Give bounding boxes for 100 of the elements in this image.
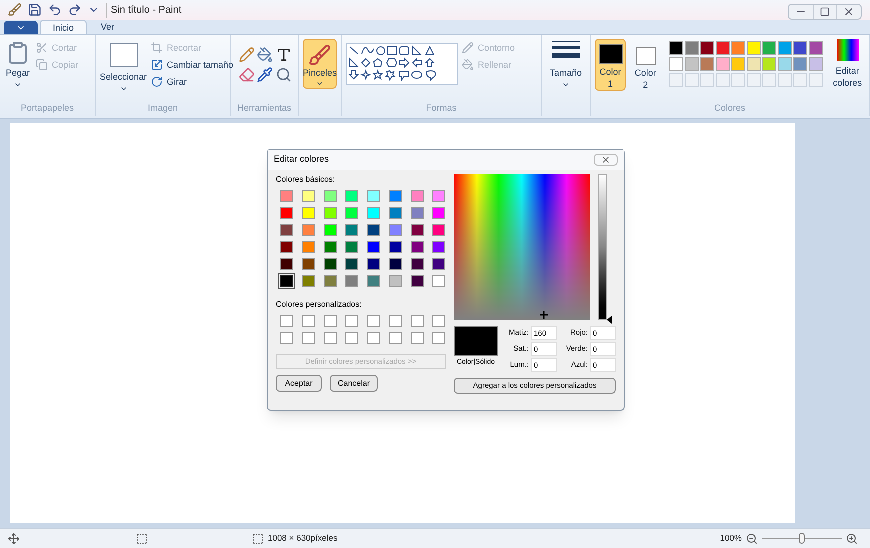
zoom-slider[interactable] [762, 532, 842, 544]
palette-color[interactable] [778, 57, 792, 71]
basic-color-swatch[interactable] [367, 258, 380, 270]
basic-color-swatch[interactable] [367, 241, 380, 253]
basic-color-swatch[interactable] [432, 258, 446, 270]
custom-color-swatch[interactable] [280, 332, 293, 344]
palette-color[interactable] [716, 41, 730, 55]
custom-color-swatch[interactable] [345, 315, 358, 327]
custom-color-swatch[interactable] [324, 315, 336, 327]
basic-color-swatch[interactable] [388, 275, 402, 287]
palette-color[interactable] [778, 41, 792, 55]
palette-color[interactable] [669, 57, 684, 71]
basic-color-swatch[interactable] [367, 190, 380, 202]
color-slot-button[interactable]: Color 2 [630, 39, 662, 91]
basic-color-swatch[interactable] [345, 207, 358, 219]
palette-color[interactable] [684, 57, 699, 71]
zoom-in-icon[interactable] [846, 532, 858, 544]
basic-color-swatch[interactable] [345, 275, 358, 287]
basic-color-swatch[interactable] [410, 241, 424, 253]
basic-color-swatch[interactable] [388, 207, 402, 219]
slider-pointer-icon[interactable] [607, 316, 612, 324]
zoom-out-icon[interactable] [746, 532, 758, 544]
accept-button[interactable]: Aceptar [276, 375, 322, 392]
ribbon-button[interactable]: Girar [151, 73, 234, 90]
basic-color-swatch[interactable] [388, 258, 402, 270]
brushes-button[interactable]: Pinceles [303, 39, 337, 89]
ribbon-button[interactable]: Cambiar tamaño [151, 56, 234, 73]
custom-color-swatch[interactable] [388, 315, 402, 327]
basic-color-swatch[interactable] [432, 190, 446, 202]
size-button[interactable]: Tamaño [550, 39, 582, 88]
basic-color-swatch[interactable] [280, 275, 293, 287]
palette-color[interactable] [731, 57, 746, 71]
basic-color-swatch[interactable] [280, 224, 293, 236]
basic-color-swatch[interactable] [410, 190, 424, 202]
save-icon[interactable] [28, 3, 42, 17]
custom-color-swatch[interactable] [367, 315, 380, 327]
basic-color-swatch[interactable] [324, 224, 336, 236]
custom-color-swatch[interactable] [410, 332, 424, 344]
basic-color-swatch[interactable] [345, 190, 358, 202]
palette-color[interactable] [669, 41, 684, 55]
zoom-slider-thumb[interactable] [799, 533, 805, 544]
palette-color[interactable] [762, 41, 776, 55]
palette-color[interactable] [793, 41, 808, 55]
basic-color-swatch[interactable] [388, 241, 402, 253]
basic-color-swatch[interactable] [367, 275, 380, 287]
custom-color-swatch[interactable] [388, 332, 402, 344]
application-menu-button[interactable] [4, 21, 38, 34]
basic-color-swatch[interactable] [280, 207, 293, 219]
basic-color-swatch[interactable] [410, 275, 424, 287]
custom-color-swatch[interactable] [345, 332, 358, 344]
basic-color-swatch[interactable] [410, 224, 424, 236]
custom-color-swatch[interactable] [367, 332, 380, 344]
palette-color[interactable] [746, 41, 761, 55]
palette-color[interactable] [762, 57, 776, 71]
basic-color-swatch[interactable] [280, 241, 293, 253]
undo-icon[interactable] [48, 3, 62, 17]
palette-color[interactable] [731, 41, 746, 55]
maximize-icon[interactable] [813, 5, 837, 19]
palette-color[interactable] [684, 41, 699, 55]
paste-button[interactable]: Pegar [4, 39, 32, 88]
basic-color-swatch[interactable] [302, 224, 315, 236]
pipette-icon[interactable] [257, 67, 274, 83]
basic-color-swatch[interactable] [302, 207, 315, 219]
palette-color[interactable] [716, 57, 730, 71]
ribbon-tab[interactable]: Inicio [40, 20, 88, 34]
magnifier-icon[interactable] [276, 67, 292, 83]
basic-color-swatch[interactable] [324, 275, 336, 287]
custom-color-swatch[interactable] [432, 332, 446, 344]
basic-color-swatch[interactable] [324, 207, 336, 219]
text-icon[interactable] [276, 47, 292, 63]
basic-color-swatch[interactable] [432, 224, 446, 236]
basic-color-swatch[interactable] [432, 275, 446, 287]
custom-color-swatch[interactable] [410, 315, 424, 327]
custom-color-swatch[interactable] [302, 315, 315, 327]
basic-color-swatch[interactable] [345, 241, 358, 253]
palette-color[interactable] [793, 57, 808, 71]
basic-color-swatch[interactable] [302, 275, 315, 287]
basic-color-swatch[interactable] [432, 241, 446, 253]
basic-color-swatch[interactable] [388, 224, 402, 236]
basic-color-swatch[interactable] [324, 258, 336, 270]
color-slot-button[interactable]: Color 1 [595, 39, 626, 91]
basic-color-swatch[interactable] [324, 241, 336, 253]
fill-icon[interactable] [257, 47, 274, 63]
basic-color-swatch[interactable] [302, 241, 315, 253]
basic-color-swatch[interactable] [388, 190, 402, 202]
basic-color-swatch[interactable] [324, 190, 336, 202]
eraser-icon[interactable] [239, 67, 255, 83]
basic-color-swatch[interactable] [345, 258, 358, 270]
basic-color-swatch[interactable] [432, 207, 446, 219]
pencil-icon[interactable] [239, 47, 255, 63]
close-icon[interactable] [594, 154, 618, 166]
edit-colors-button[interactable]: Editar colores [830, 39, 866, 89]
custom-color-swatch[interactable] [324, 332, 336, 344]
basic-color-swatch[interactable] [367, 224, 380, 236]
palette-color[interactable] [700, 41, 714, 55]
basic-color-swatch[interactable] [410, 258, 424, 270]
palette-color[interactable] [700, 57, 714, 71]
basic-color-swatch[interactable] [280, 258, 293, 270]
palette-color[interactable] [808, 57, 823, 71]
basic-color-swatch[interactable] [280, 190, 293, 202]
